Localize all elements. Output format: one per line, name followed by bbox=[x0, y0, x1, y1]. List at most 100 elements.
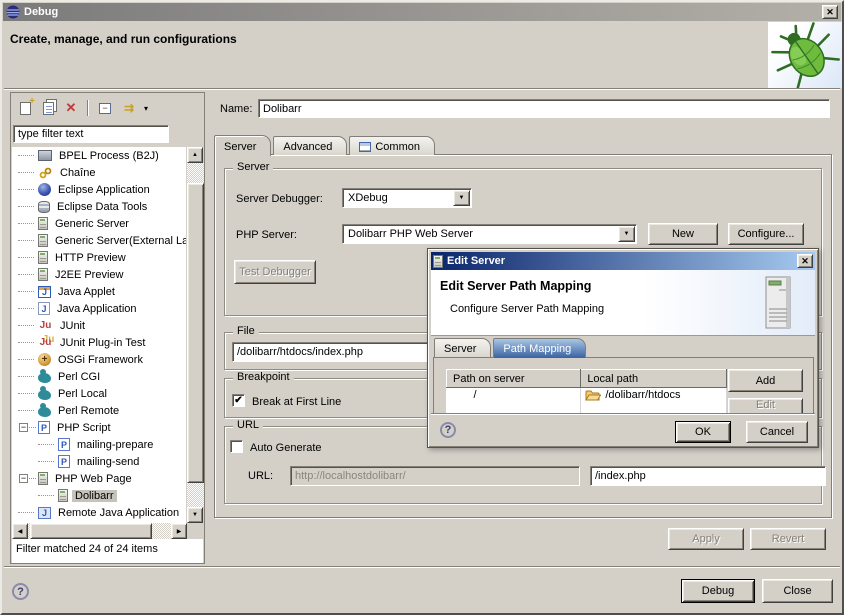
local-path-cell[interactable]: /dolibarr/htdocs bbox=[581, 388, 727, 403]
dialog-tab-path-mapping[interactable]: Path Mapping bbox=[493, 338, 586, 358]
tab-server[interactable]: Server bbox=[214, 135, 271, 156]
ok-button[interactable]: OK bbox=[675, 421, 731, 443]
tree-item-bpel-process-b2j[interactable]: BPEL Process (B2J) bbox=[12, 147, 186, 164]
help-button[interactable]: ? bbox=[12, 583, 29, 600]
delete-configuration-button[interactable]: ✕ bbox=[61, 98, 81, 118]
common-tab-icon bbox=[359, 142, 371, 152]
dialog-titlebar[interactable]: Edit Server ✕ bbox=[431, 252, 815, 270]
bpel-process-icon bbox=[38, 150, 52, 161]
tree-item-perl-remote[interactable]: Perl Remote bbox=[12, 402, 186, 419]
folder-icon bbox=[585, 389, 601, 401]
tab-advanced[interactable]: Advanced bbox=[273, 136, 347, 155]
dialog-tab-server[interactable]: Server bbox=[434, 338, 491, 357]
name-input[interactable] bbox=[258, 99, 830, 118]
filter-configurations-button[interactable]: ⇉ bbox=[118, 98, 138, 118]
path-on-server-cell[interactable]: / bbox=[447, 388, 581, 403]
tree-horizontal-scrollbar[interactable]: ◀ ▶ bbox=[12, 523, 187, 539]
tree-expander[interactable]: − bbox=[19, 474, 28, 483]
duplicate-configuration-button[interactable] bbox=[38, 98, 58, 118]
toolbar-menu-button[interactable]: ▾ bbox=[141, 98, 151, 118]
server-debugger-combo[interactable]: XDebug ▼ bbox=[342, 188, 472, 208]
java-icon: J bbox=[38, 302, 50, 315]
debug-button[interactable]: Debug bbox=[681, 579, 755, 603]
config-tree: BPEL Process (B2J) Chaîne Eclipse Applicat… bbox=[12, 147, 186, 523]
close-button[interactable]: Close bbox=[762, 579, 833, 603]
eclipse-app-icon bbox=[38, 183, 51, 196]
revert-button[interactable]: Revert bbox=[750, 528, 826, 550]
new-configuration-button[interactable]: + bbox=[15, 98, 35, 118]
configure-server-button[interactable]: Configure... bbox=[728, 223, 804, 245]
toolbar-menu-arrow-icon: ▾ bbox=[144, 104, 148, 113]
tree-item-generic-server-external-la[interactable]: Generic Server(External La bbox=[12, 232, 186, 249]
combo-dropdown-button[interactable]: ▼ bbox=[618, 226, 635, 242]
column-local-path[interactable]: Local path bbox=[581, 370, 727, 388]
mapping-table-body: //dolibarr/htdocs bbox=[447, 388, 727, 418]
tree-item-label: Generic Server(External La bbox=[52, 235, 186, 247]
new-server-button[interactable]: New bbox=[648, 223, 718, 245]
tree-item-eclipse-application[interactable]: Eclipse Application bbox=[12, 181, 186, 198]
url-path-input[interactable] bbox=[590, 466, 826, 486]
tree-item-mailing-send[interactable]: Pmailing-send bbox=[12, 453, 186, 470]
window-title: Debug bbox=[24, 6, 58, 18]
scroll-left-button[interactable]: ◀ bbox=[12, 523, 28, 539]
tree-item-java-applet[interactable]: JJava Applet bbox=[12, 283, 186, 300]
window-close-button[interactable]: ✕ bbox=[822, 5, 838, 19]
tree-item-junit[interactable]: JuJUnit bbox=[12, 317, 186, 334]
tree-item-cha-ne[interactable]: Chaîne bbox=[12, 164, 186, 181]
mapping-table-row[interactable]: //dolibarr/htdocs bbox=[447, 388, 727, 403]
osgi-icon: + bbox=[38, 353, 51, 366]
tree-item-osgi-framework[interactable]: + OSGi Framework bbox=[12, 351, 186, 368]
tree-item-mailing-prepare[interactable]: Pmailing-prepare bbox=[12, 436, 186, 453]
tree-item-label: JUnit bbox=[57, 320, 88, 332]
path-mapping-table[interactable]: Path on server Local path //dolibarr/htd… bbox=[446, 369, 727, 418]
apply-button[interactable]: Apply bbox=[668, 528, 744, 550]
php-server-label: PHP Server: bbox=[236, 229, 297, 241]
tree-item-label: Java Application bbox=[54, 303, 140, 315]
tree-item-remote-java-application[interactable]: JRemote Java Application bbox=[12, 504, 186, 521]
tree-item-label: Chaîne bbox=[57, 167, 98, 179]
add-mapping-button[interactable]: Add bbox=[728, 369, 803, 392]
collapse-all-button[interactable]: − bbox=[95, 98, 115, 118]
debug-configurations-window: Debug ✕ Create, manage, and run configur… bbox=[0, 0, 844, 615]
server-debugger-label: Server Debugger: bbox=[236, 193, 323, 205]
scrollbar-thumb[interactable] bbox=[30, 523, 152, 539]
tree-item-http-preview[interactable]: HTTP Preview bbox=[12, 249, 186, 266]
tree-item-perl-local[interactable]: Perl Local bbox=[12, 385, 186, 402]
tree-item-perl-cgi[interactable]: Perl CGI bbox=[12, 368, 186, 385]
tree-item-label: OSGi Framework bbox=[55, 354, 146, 366]
tree-item-php-script[interactable]: −PPHP Script bbox=[12, 419, 186, 436]
duplicate-configuration-icon bbox=[43, 102, 54, 115]
dialog-close-button[interactable]: ✕ bbox=[797, 254, 813, 268]
scroll-right-button[interactable]: ▶ bbox=[171, 523, 187, 539]
tree-item-junit-plug-in-test[interactable]: JuJUnit Plug-in Test bbox=[12, 334, 186, 351]
break-at-first-line-checkbox[interactable]: ✔ bbox=[232, 394, 245, 407]
tree-item-eclipse-data-tools[interactable]: Eclipse Data Tools bbox=[12, 198, 186, 215]
column-path-on-server[interactable]: Path on server bbox=[447, 370, 581, 388]
tree-expander[interactable]: − bbox=[19, 423, 28, 432]
php-icon: P bbox=[58, 438, 70, 451]
window-titlebar[interactable]: Debug ✕ bbox=[3, 3, 841, 21]
tree-item-label: mailing-prepare bbox=[74, 439, 156, 451]
configurations-panel: + ✕ − ⇉ ▾ BPEL Process (B2J) Chaîne Eclips… bbox=[10, 92, 205, 564]
filter-input[interactable] bbox=[13, 125, 169, 143]
scroll-up-button[interactable]: ▲ bbox=[187, 147, 203, 163]
cancel-button[interactable]: Cancel bbox=[746, 421, 808, 443]
auto-generate-checkbox[interactable] bbox=[230, 440, 243, 453]
url-label: URL: bbox=[248, 470, 273, 482]
remote-java-icon: J bbox=[38, 507, 51, 519]
tree-vertical-scrollbar[interactable]: ▲ ▼ bbox=[187, 147, 204, 523]
tree-item-php-web-page[interactable]: −PHP Web Page bbox=[12, 470, 186, 487]
tree-item-java-application[interactable]: J Java Application bbox=[12, 300, 186, 317]
dialog-help-button[interactable]: ? bbox=[440, 422, 456, 438]
tree-item-generic-server[interactable]: Generic Server bbox=[12, 215, 186, 232]
tree-item-label: JUnit Plug-in Test bbox=[57, 337, 148, 349]
tree-item-j2ee-preview[interactable]: J2EE Preview bbox=[12, 266, 186, 283]
php-server-combo[interactable]: Dolibarr PHP Web Server ▼ bbox=[342, 224, 637, 244]
tab-common[interactable]: Common bbox=[349, 136, 435, 155]
combo-dropdown-button[interactable]: ▼ bbox=[453, 190, 470, 206]
tree-item-dolibarr[interactable]: Dolibarr bbox=[12, 487, 186, 504]
scrollbar-thumb[interactable] bbox=[187, 183, 204, 483]
debug-beetle-image bbox=[768, 22, 842, 88]
scroll-down-button[interactable]: ▼ bbox=[187, 507, 203, 523]
test-debugger-button[interactable]: Test Debugger bbox=[234, 260, 316, 284]
